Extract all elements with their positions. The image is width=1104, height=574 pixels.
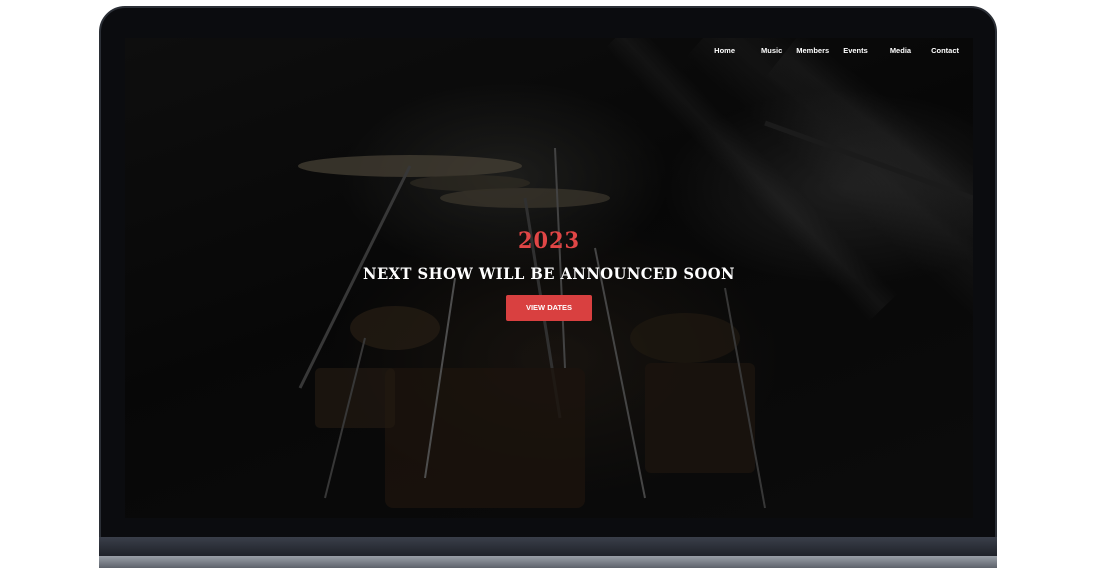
nav-home[interactable]: Home [714,46,735,55]
nav-events[interactable]: Events [843,46,868,55]
nav-music[interactable]: Music [761,46,782,55]
nav-members[interactable]: Members [796,46,829,55]
hero-year: 2023 [518,228,580,254]
view-dates-button[interactable]: VIEW DATES [506,295,592,321]
hero-title: NEXT SHOW WILL BE ANNOUNCED SOON [363,264,735,283]
hero-content: 2023 NEXT SHOW WILL BE ANNOUNCED SOON VI… [125,228,973,321]
nav-contact[interactable]: Contact [931,46,959,55]
website-screen: Home Music Members Events Media Contact … [125,38,973,518]
nav-media[interactable]: Media [890,46,911,55]
main-nav: Home Music Members Events Media Contact [714,46,959,55]
laptop-bezel: Home Music Members Events Media Contact … [99,6,997,542]
laptop-base-hinge [99,537,997,556]
laptop-frame: Home Music Members Events Media Contact … [99,6,997,568]
laptop-base [99,556,997,568]
